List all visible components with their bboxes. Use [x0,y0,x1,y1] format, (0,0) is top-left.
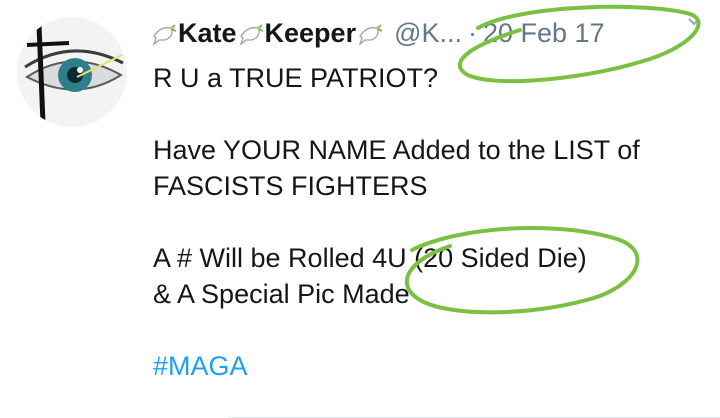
author-name[interactable]: Kate Keeper [150,18,384,49]
tweet-text: R U a TRUE PATRIOT? Have YOUR NAME Added… [153,60,703,384]
avatar[interactable] [17,17,127,127]
tweet-line: FASCISTS FIGHTERS [153,171,428,201]
author-handle[interactable]: @K... [394,18,462,49]
tweet-line: & A Special Pic Made [153,279,410,309]
author-name-part: Kate [178,17,237,48]
separator: · [468,17,477,48]
dove-icon [238,20,264,46]
author-name-part: Keeper [264,17,357,48]
tweet-line: Have YOUR NAME Added to the LIST of [153,135,640,165]
dove-icon [151,20,177,46]
hashtag-link[interactable]: #MAGA [153,348,703,384]
tweet-line: R U a TRUE PATRIOT? [153,63,439,93]
tweet-header: Kate Keeper @K... · 20 Feb 17 [150,10,710,56]
chevron-down-icon[interactable] [686,14,702,35]
tweet-line: A # Will be Rolled 4U (20 Sided Die) [153,243,587,273]
tweet-date[interactable]: 20 Feb 17 [483,18,605,49]
dove-icon [357,20,383,46]
